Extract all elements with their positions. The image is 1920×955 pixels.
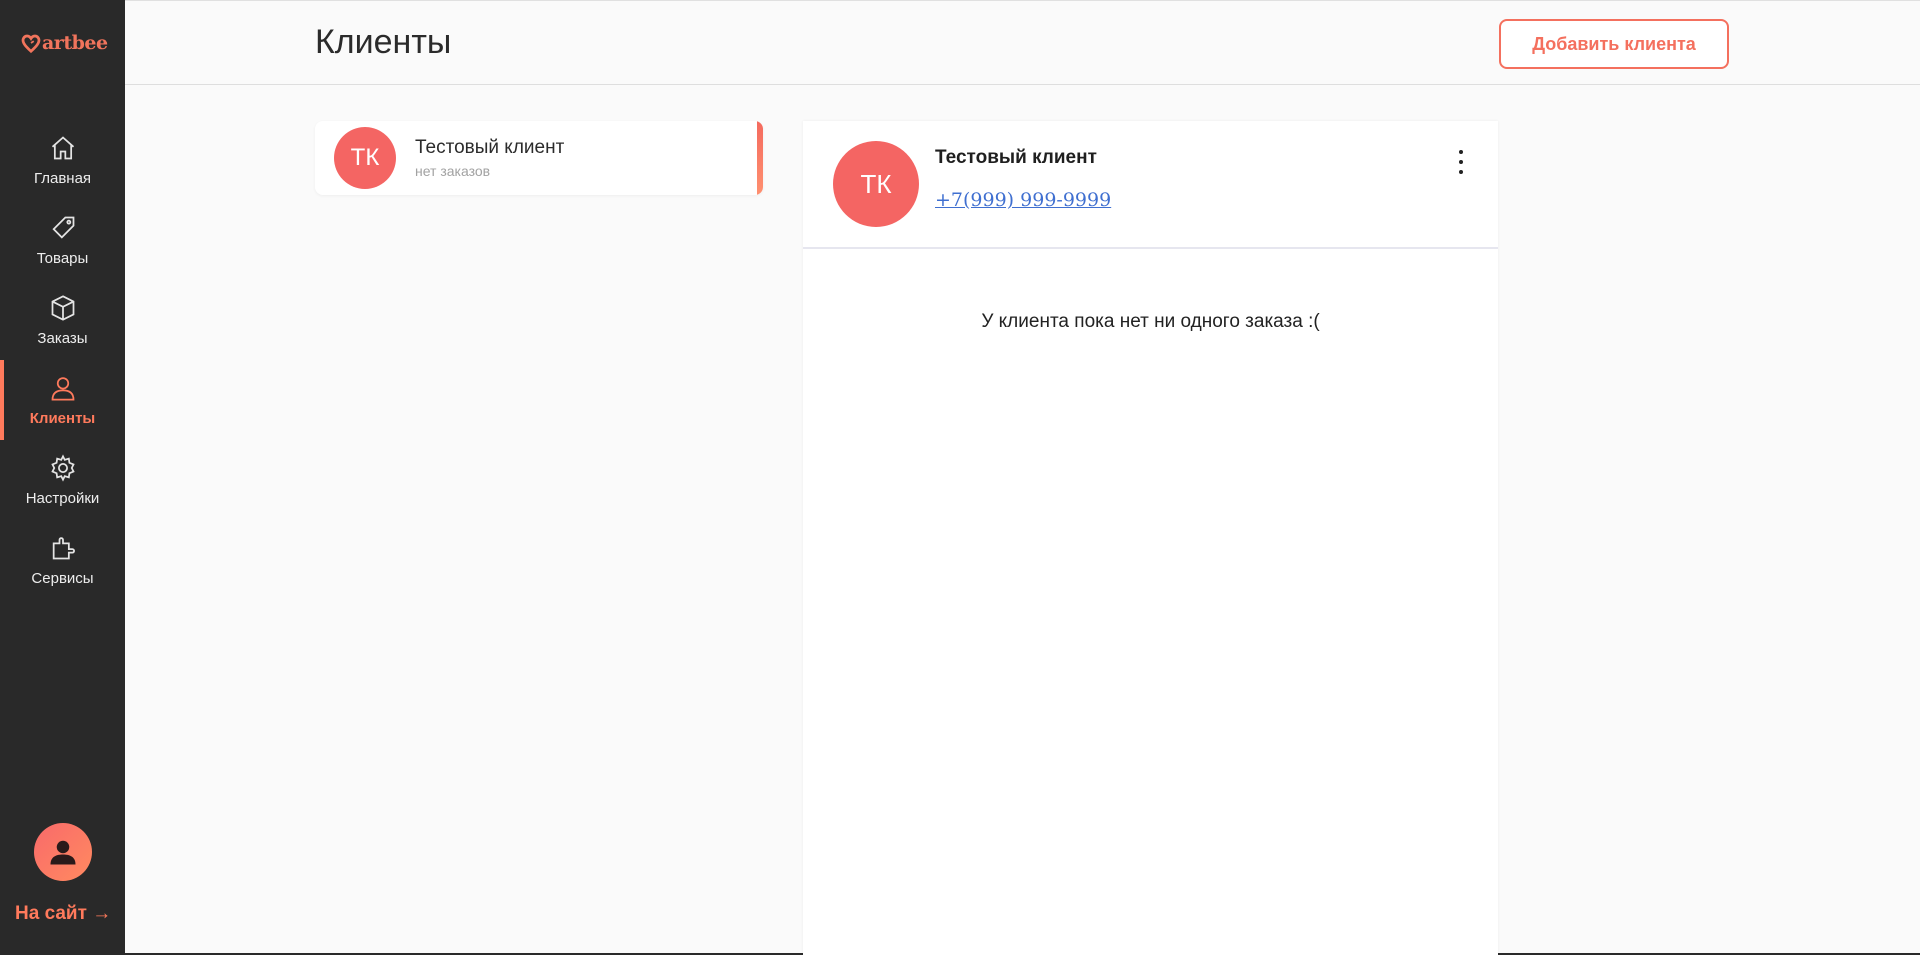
client-name: Тестовый клиент	[415, 137, 565, 158]
topbar: Клиенты Добавить клиента	[125, 1, 1920, 85]
user-avatar[interactable]	[34, 823, 92, 881]
client-orders-count: нет заказов	[415, 163, 491, 179]
heart-logo-icon	[21, 34, 41, 54]
logo[interactable]: artbee	[20, 32, 108, 54]
add-client-button[interactable]: Добавить клиента	[1499, 19, 1729, 69]
user-icon	[51, 376, 74, 401]
sidebar-item-label: Клиенты	[29, 409, 96, 427]
sidebar: artbee Главная Товары Заказы Клиенты Нас…	[0, 0, 125, 955]
sidebar-item-services[interactable]: Сервисы	[0, 520, 125, 600]
sidebar-item-label: Настройки	[25, 489, 100, 507]
client-card-text: Тестовый клиент нет заказов	[415, 137, 564, 179]
sidebar-item-clients[interactable]: Клиенты	[0, 360, 125, 440]
empty-orders-message: У клиента пока нет ни одного заказа :(	[981, 311, 1320, 332]
more-dot-icon	[1459, 160, 1463, 164]
home-icon	[51, 135, 74, 159]
sidebar-item-label: Заказы	[37, 329, 88, 347]
logo-text: artbee	[42, 32, 108, 54]
sidebar-item-label: Товары	[36, 249, 89, 267]
more-dot-icon	[1459, 150, 1463, 154]
sidebar-item-label: Сервисы	[31, 569, 94, 587]
sidebar-item-label: Главная	[33, 169, 92, 187]
client-detail-panel: ТК Тестовый клиент +7(999) 999-9999 У кл…	[803, 121, 1498, 955]
page-title: Клиенты	[315, 23, 452, 61]
main-content: Клиенты Добавить клиента ТК Тестовый кли…	[125, 0, 1920, 955]
box-icon	[51, 294, 74, 321]
sidebar-item-orders[interactable]: Заказы	[0, 280, 125, 360]
puzzle-icon	[52, 536, 75, 559]
client-detail-name: Тестовый клиент	[935, 147, 1097, 168]
tag-icon	[51, 216, 74, 239]
client-phone-link[interactable]: +7(999) 999-9999	[935, 189, 1111, 211]
nav-menu: Главная Товары Заказы Клиенты Настройки …	[0, 120, 125, 600]
client-list-item[interactable]: ТК Тестовый клиент нет заказов	[315, 121, 763, 195]
gear-icon	[50, 453, 75, 482]
client-avatar: ТК	[334, 127, 396, 189]
site-link[interactable]: На сайт →	[15, 903, 111, 925]
sidebar-item-products[interactable]: Товары	[0, 200, 125, 280]
sidebar-item-home[interactable]: Главная	[0, 120, 125, 200]
more-dot-icon	[1459, 170, 1463, 174]
client-detail-avatar: ТК	[833, 141, 919, 227]
more-options-button[interactable]	[1451, 147, 1471, 177]
user-silhouette-icon	[50, 840, 76, 865]
sidebar-item-settings[interactable]: Настройки	[0, 440, 125, 520]
client-detail-header: ТК Тестовый клиент +7(999) 999-9999	[803, 121, 1498, 249]
